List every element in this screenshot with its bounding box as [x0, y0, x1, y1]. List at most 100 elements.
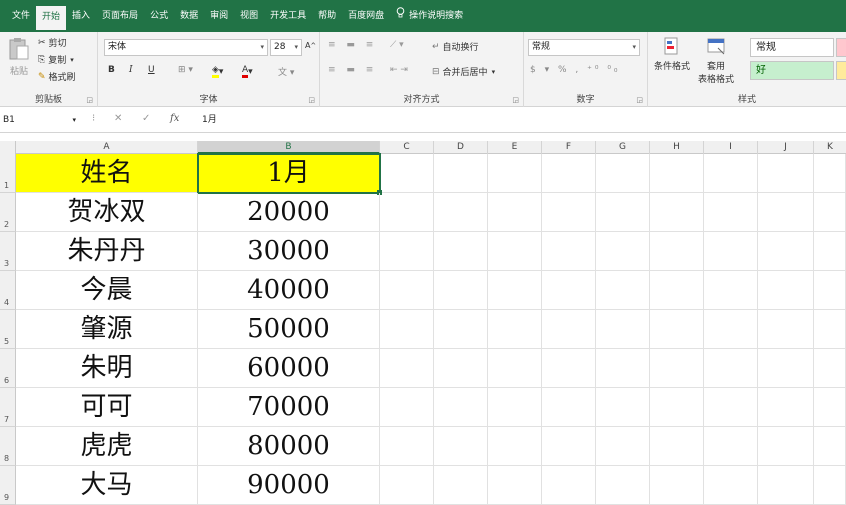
cell-empty[interactable]: [758, 310, 814, 349]
cell-empty[interactable]: [758, 388, 814, 427]
tell-me-search[interactable]: 操作说明搜索: [390, 0, 469, 32]
cell-a4[interactable]: 今晨: [16, 271, 198, 310]
cell-empty[interactable]: [434, 349, 488, 388]
orientation-icon[interactable]: ⟋ ▾: [390, 40, 404, 50]
number-format-icons[interactable]: $ ▾ % , ⁺⁰ ⁰₀: [530, 65, 621, 75]
cell-empty[interactable]: [488, 427, 542, 466]
column-header-a[interactable]: A: [16, 141, 198, 154]
style-normal[interactable]: 常规: [750, 38, 834, 57]
cell-b6[interactable]: 60000: [198, 349, 380, 388]
format-painter-button[interactable]: ✎ 格式刷: [38, 70, 76, 84]
cell-empty[interactable]: [704, 388, 758, 427]
cancel-icon[interactable]: ✕: [114, 113, 122, 124]
cell-empty[interactable]: [488, 388, 542, 427]
font-color-icon[interactable]: A ▾: [242, 65, 253, 78]
cell-empty[interactable]: [704, 466, 758, 505]
cell-empty[interactable]: [814, 388, 846, 427]
drag-handle-icon[interactable]: ⁝: [92, 113, 95, 124]
row-header[interactable]: 8: [0, 427, 16, 466]
cell-empty[interactable]: [434, 232, 488, 271]
cell-empty[interactable]: [650, 271, 704, 310]
column-header-i[interactable]: I: [704, 141, 758, 154]
row-header[interactable]: 3: [0, 232, 16, 271]
cell-empty[interactable]: [596, 232, 650, 271]
cell-empty[interactable]: [596, 154, 650, 193]
cell-a3[interactable]: 朱丹丹: [16, 232, 198, 271]
cell-empty[interactable]: [704, 154, 758, 193]
cell-empty[interactable]: [434, 154, 488, 193]
borders-icon[interactable]: ⊞ ▾: [178, 65, 193, 75]
name-box[interactable]: B1 ▾: [0, 113, 80, 129]
cell-empty[interactable]: [434, 427, 488, 466]
font-launcher-icon[interactable]: ◲: [308, 96, 315, 104]
cell-b5[interactable]: 50000: [198, 310, 380, 349]
cell-a8[interactable]: 虎虎: [16, 427, 198, 466]
column-header-d[interactable]: D: [434, 141, 488, 154]
italic-icon[interactable]: I: [129, 65, 133, 75]
cell-empty[interactable]: [380, 310, 434, 349]
cell-empty[interactable]: [650, 232, 704, 271]
tab-help[interactable]: 帮助: [312, 0, 342, 32]
tab-home[interactable]: 开始: [36, 6, 67, 32]
cell-empty[interactable]: [380, 349, 434, 388]
cell-empty[interactable]: [488, 310, 542, 349]
cell-empty[interactable]: [704, 349, 758, 388]
cell-empty[interactable]: [814, 310, 846, 349]
cell-empty[interactable]: [650, 193, 704, 232]
tab-insert[interactable]: 插入: [66, 0, 96, 32]
cell-empty[interactable]: [650, 310, 704, 349]
style-bad-partial[interactable]: [836, 38, 846, 57]
tab-formulas[interactable]: 公式: [144, 0, 174, 32]
cell-empty[interactable]: [814, 349, 846, 388]
cell-a2[interactable]: 贺冰双: [16, 193, 198, 232]
cell-b3[interactable]: 30000: [198, 232, 380, 271]
cell-empty[interactable]: [488, 271, 542, 310]
cell-a1[interactable]: 姓名: [16, 154, 198, 193]
cell-empty[interactable]: [380, 388, 434, 427]
cell-empty[interactable]: [704, 271, 758, 310]
cell-empty[interactable]: [814, 466, 846, 505]
paste-button[interactable]: 粘贴: [6, 37, 32, 77]
fill-color-icon[interactable]: ◈ ▾: [212, 65, 223, 78]
tab-developer[interactable]: 开发工具: [264, 0, 312, 32]
cell-empty[interactable]: [542, 154, 596, 193]
tab-file[interactable]: 文件: [6, 0, 36, 32]
cell-empty[interactable]: [542, 310, 596, 349]
cell-empty[interactable]: [488, 154, 542, 193]
copy-button[interactable]: ⎘ 复制 ▾: [38, 53, 74, 67]
column-header-c[interactable]: C: [380, 141, 434, 154]
formula-input[interactable]: 1月: [202, 113, 217, 127]
tab-review[interactable]: 审阅: [204, 0, 234, 32]
confirm-icon[interactable]: ✓: [142, 113, 150, 124]
cell-empty[interactable]: [434, 271, 488, 310]
alignment-launcher-icon[interactable]: ◲: [512, 96, 519, 104]
cell-empty[interactable]: [380, 193, 434, 232]
font-size-select[interactable]: 28 ▾: [270, 39, 302, 56]
horizontal-align-icons[interactable]: ≡ ▬ ≡: [328, 65, 377, 75]
cell-empty[interactable]: [814, 154, 846, 193]
row-header[interactable]: 2: [0, 193, 16, 232]
cell-empty[interactable]: [542, 427, 596, 466]
cell-empty[interactable]: [596, 466, 650, 505]
cell-empty[interactable]: [542, 349, 596, 388]
cell-empty[interactable]: [380, 154, 434, 193]
cell-empty[interactable]: [758, 154, 814, 193]
cell-empty[interactable]: [434, 193, 488, 232]
number-format-select[interactable]: 常规 ▾: [528, 39, 640, 56]
column-header-b[interactable]: B: [198, 141, 380, 154]
cell-empty[interactable]: [650, 154, 704, 193]
cell-empty[interactable]: [758, 466, 814, 505]
cell-empty[interactable]: [758, 349, 814, 388]
row-header[interactable]: 6: [0, 349, 16, 388]
tab-view[interactable]: 视图: [234, 0, 264, 32]
cell-empty[interactable]: [814, 271, 846, 310]
cut-button[interactable]: ✂ 剪切: [38, 36, 67, 50]
style-good[interactable]: 好: [750, 61, 834, 80]
column-header-h[interactable]: H: [650, 141, 704, 154]
row-header[interactable]: 7: [0, 388, 16, 427]
cell-empty[interactable]: [704, 427, 758, 466]
font-name-select[interactable]: 宋体 ▾: [104, 39, 268, 56]
cell-empty[interactable]: [488, 232, 542, 271]
cell-empty[interactable]: [758, 427, 814, 466]
style-neutral-partial[interactable]: [836, 61, 846, 80]
